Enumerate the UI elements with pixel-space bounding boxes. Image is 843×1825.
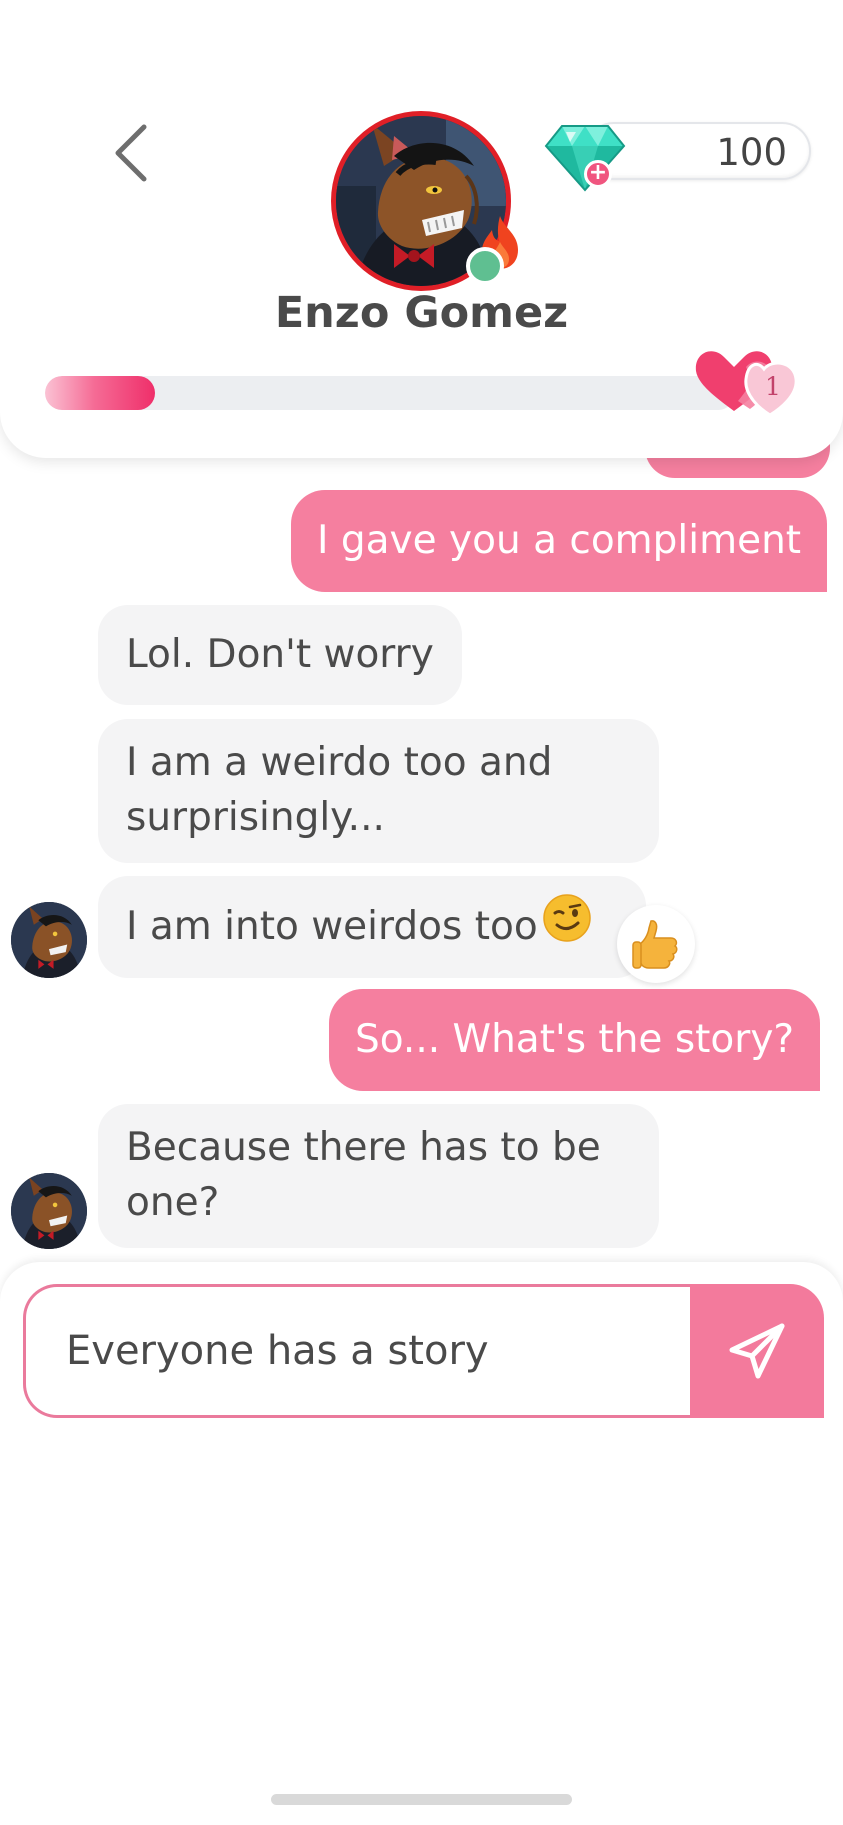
add-gems-icon[interactable]: + (584, 160, 612, 188)
message-bubble-incoming[interactable]: Because there has to be one? (98, 1104, 659, 1248)
contact-avatar-small[interactable] (11, 902, 87, 978)
message-bubble-outgoing[interactable]: So... What's the story? (329, 989, 821, 1091)
message-bubble-outgoing[interactable]: I gave you a compliment (291, 490, 828, 592)
hearts-count: 1 (765, 372, 781, 401)
message-input-container (23, 1284, 693, 1418)
online-status-dot (466, 247, 504, 285)
paper-plane-icon (729, 1323, 785, 1379)
contact-avatar-small[interactable] (11, 1173, 87, 1249)
message-input[interactable] (66, 1287, 676, 1415)
affinity-progress-fill (45, 376, 156, 410)
message-bubble-incoming[interactable]: I am a weirdo too and surprisingly... (98, 719, 659, 863)
contact-name[interactable]: Enzo Gomez (0, 288, 843, 338)
message-line: I am a weirdo too and (126, 740, 553, 785)
reaction-badge[interactable] (617, 905, 695, 983)
winking-face-icon (542, 894, 591, 942)
message-bubble-incoming[interactable]: Lol. Don't worry (98, 605, 462, 705)
message-line: Because there has to be (126, 1125, 601, 1170)
chat-header: Enzo Gomez 100 + 1 (0, 0, 843, 458)
message-text: I am into weirdos too (126, 904, 538, 949)
message-bubble-incoming[interactable]: I am into weirdos too (98, 876, 646, 978)
affinity-progress-bar (45, 376, 735, 410)
thumbs-up-icon (632, 920, 678, 969)
chevron-left-icon (115, 124, 147, 182)
message-line: surprisingly... (126, 795, 385, 840)
back-button[interactable] (100, 118, 160, 188)
send-button[interactable] (690, 1284, 824, 1418)
message-line: one? (126, 1180, 220, 1225)
home-indicator (271, 1794, 572, 1805)
